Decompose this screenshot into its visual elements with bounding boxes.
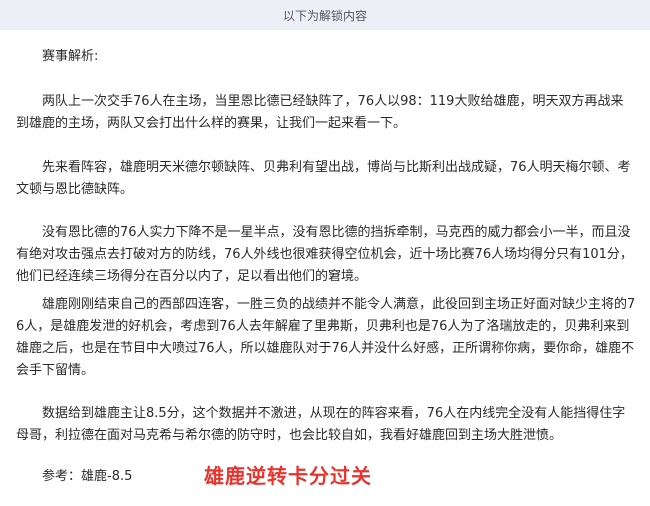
paragraph-bucks-homecoming: 雄鹿刚刚结束自己的西部四连客，一胜三负的战绩并不能令人满意，此役回到主场正好面对… — [16, 297, 636, 378]
analysis-heading: 赛事解析: — [42, 49, 99, 64]
reference-pick: 参考：雄鹿-8.5 — [42, 468, 133, 484]
verdict-highlight: 雄鹿逆转卡分过关 — [204, 463, 372, 488]
article-content: 赛事解析: 两队上一次交手76人在主场，当里恩比德已经缺阵了，76人以98：11… — [0, 30, 650, 506]
paragraph-matchup-history: 两队上一次交手76人在主场，当里恩比德已经缺阵了，76人以98：119大败给雄鹿… — [16, 94, 624, 131]
paragraph-spread-data: 数据给到雄鹿主让8.5分，这个数据并不激进，从现在的阵容来看，76人在内线完全没… — [16, 406, 626, 443]
unlock-banner: 以下为解锁内容 — [0, 0, 650, 30]
reference-row: 参考：雄鹿-8.5 雄鹿逆转卡分过关 — [16, 456, 372, 492]
unlock-banner-text: 以下为解锁内容 — [282, 8, 367, 23]
paragraph-embiid-absence: 没有恩比德的76人实力下降不是一星半点，没有恩比德的挡拆牵制，马克西的威力都会小… — [16, 225, 633, 284]
paragraph-lineup: 先来看阵容，雄鹿明天米德尔顿缺阵、贝弗利有望出战，博尚与比斯利出战成疑，76人明… — [16, 160, 631, 197]
